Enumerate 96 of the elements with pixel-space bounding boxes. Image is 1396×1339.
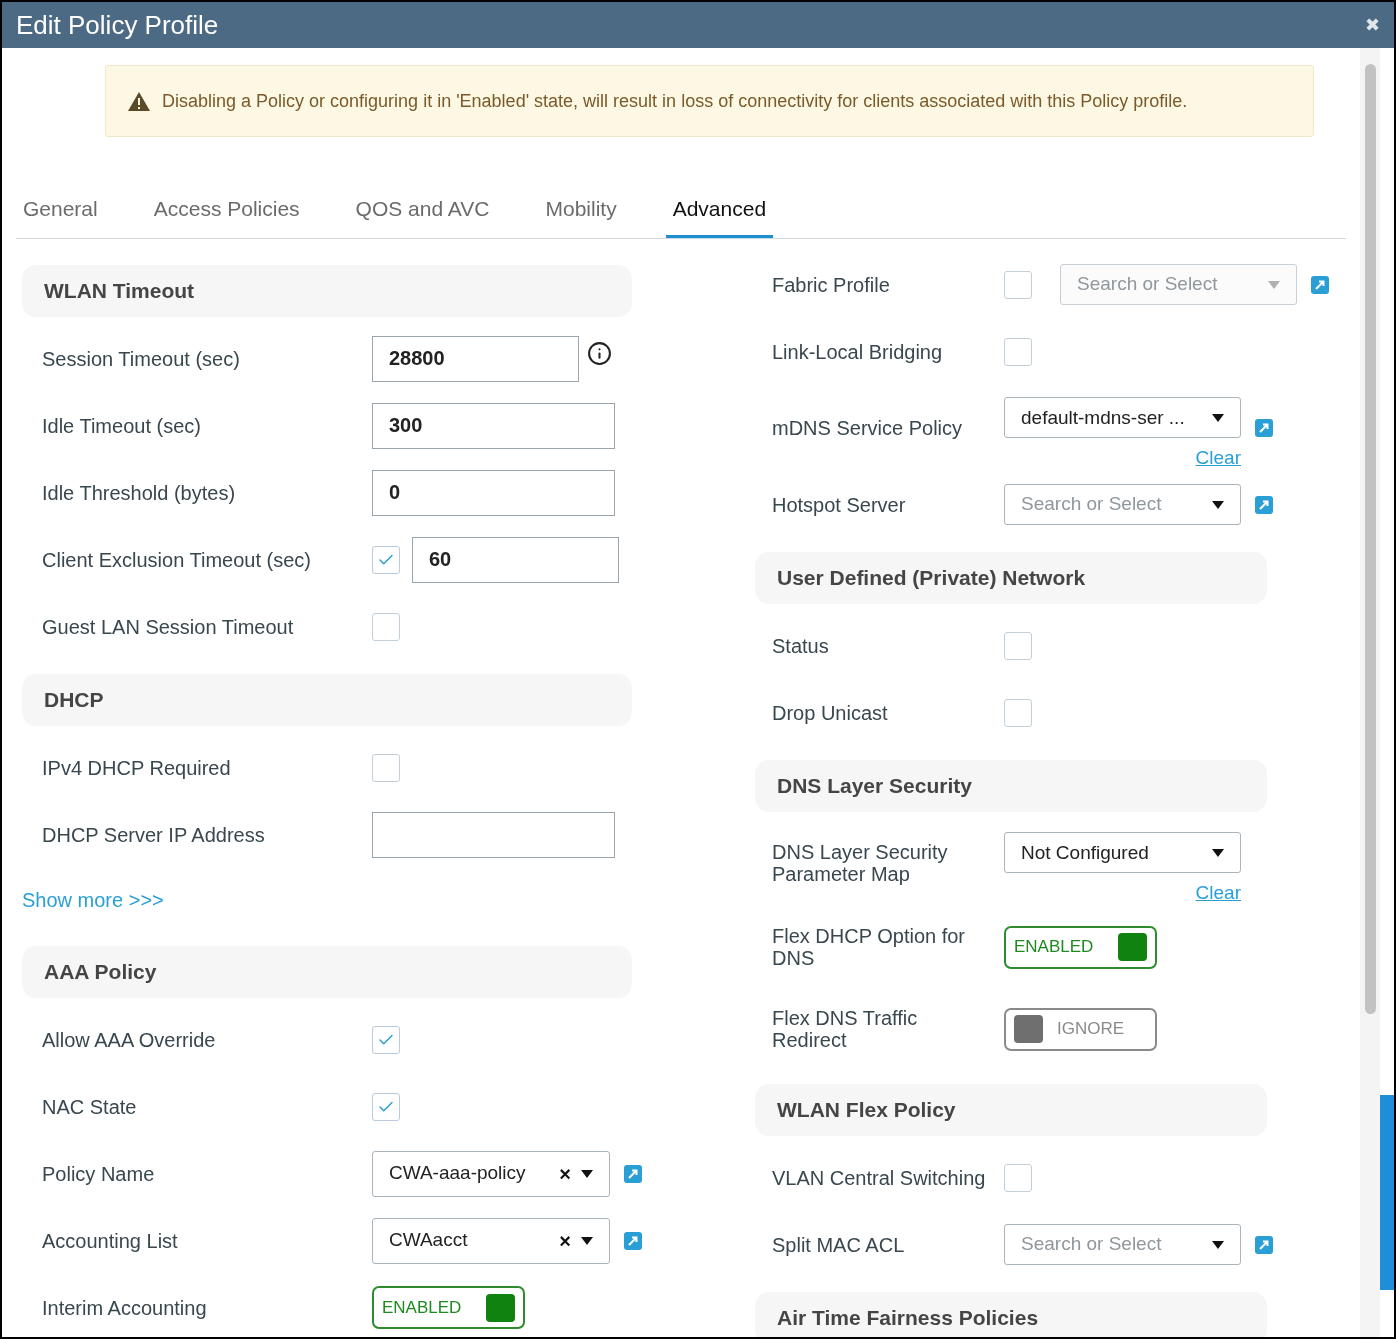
- caret-icon: [581, 1236, 593, 1245]
- dropdown[interactable]: Not Configured: [1004, 832, 1241, 874]
- dropdown-value: Not Configured: [1021, 840, 1150, 865]
- tab[interactable]: Advanced: [665, 182, 774, 238]
- checkbox[interactable]: [1004, 337, 1032, 366]
- caret-icon: [581, 1169, 593, 1178]
- dropdown[interactable]: default-mdns-ser ...: [1004, 397, 1241, 439]
- text-field[interactable]: 300: [372, 402, 615, 449]
- dropdown[interactable]: Search or Select: [1004, 484, 1241, 525]
- checkbox[interactable]: [1004, 631, 1032, 660]
- field-label: Fabric Profile: [771, 273, 891, 296]
- field-label: NAC State: [41, 1095, 138, 1118]
- section-header: DHCP: [22, 674, 632, 726]
- caret-icon: [1212, 500, 1224, 509]
- toggle-label: IGNORE: [1056, 1018, 1126, 1041]
- clear-selection-button[interactable]: ×: [559, 1158, 571, 1189]
- field-label: Interim Accounting: [41, 1296, 208, 1319]
- close-button[interactable]: ✖: [1365, 11, 1380, 39]
- show-more-link[interactable]: Show more >>>: [22, 885, 164, 915]
- field-label: Flex DNS Traffic Redirect: [771, 1007, 919, 1051]
- toggle-switch[interactable]: IGNORE: [1004, 1007, 1157, 1051]
- field-label: IPv4 DHCP Required: [41, 756, 232, 779]
- external-link-icon[interactable]: [1255, 419, 1273, 437]
- field-label: Client Exclusion Timeout (sec): [41, 548, 312, 571]
- toggle-switch[interactable]: ENABLED: [1004, 925, 1157, 969]
- field-label: Split MAC ACL: [771, 1233, 906, 1256]
- checkbox[interactable]: [372, 612, 400, 641]
- field-label: Drop Unicast: [771, 701, 889, 724]
- scrollbar-thumb[interactable]: [1364, 64, 1376, 1014]
- clear-link[interactable]: Clear: [1195, 444, 1241, 473]
- section-header: WLAN Timeout: [22, 265, 632, 317]
- section-header: WLAN Flex Policy: [755, 1084, 1267, 1136]
- tab[interactable]: General: [16, 182, 105, 238]
- external-link-icon[interactable]: [624, 1164, 642, 1183]
- toggle-switch[interactable]: ENABLED: [372, 1286, 525, 1329]
- text-field[interactable]: 0: [372, 469, 615, 516]
- field-label: Allow AAA Override: [41, 1028, 217, 1051]
- dropdown-placeholder: Search or Select: [1021, 1232, 1163, 1257]
- field-label: Flex DHCP Option for DNS: [771, 925, 967, 969]
- field-label: Hotspot Server: [771, 493, 907, 516]
- caret-icon: [1212, 413, 1224, 422]
- toggle-label: ENABLED: [1014, 936, 1095, 959]
- toggle-knob: [486, 1293, 515, 1322]
- field-label: VLAN Central Switching: [771, 1166, 987, 1189]
- dropdown[interactable]: CWA-aaa-policy ×: [372, 1150, 610, 1197]
- tab[interactable]: QOS and AVC: [348, 182, 497, 238]
- window-title: Edit Policy Profile: [16, 8, 219, 42]
- external-link-icon[interactable]: [624, 1231, 642, 1250]
- field-label: DNS Layer Security Parameter Map: [771, 841, 949, 885]
- external-link-icon[interactable]: [1255, 495, 1273, 514]
- field-label: Guest LAN Session Timeout: [41, 615, 295, 638]
- field-label: Session Timeout (sec): [41, 347, 241, 370]
- text-field[interactable]: [372, 811, 615, 858]
- dropdown-placeholder: Search or Select: [1021, 492, 1163, 517]
- field-label: Idle Timeout (sec): [41, 414, 202, 437]
- dropdown[interactable]: Search or Select: [1004, 1224, 1241, 1265]
- tab[interactable]: Mobility: [538, 182, 624, 238]
- section-header: Air Time Fairness Policies: [755, 1292, 1267, 1337]
- field-label: Idle Threshold (bytes): [41, 481, 237, 504]
- section-header: DNS Layer Security: [755, 760, 1267, 812]
- checkbox[interactable]: [372, 545, 400, 574]
- dropdown-placeholder: Search or Select: [1077, 272, 1219, 297]
- toggle-knob: [1014, 1015, 1043, 1043]
- section-header: User Defined (Private) Network: [755, 552, 1267, 604]
- text-field[interactable]: 28800: [372, 335, 579, 382]
- field-label: mDNS Service Policy: [771, 417, 964, 439]
- dropdown-value: CWA-aaa-policy: [389, 1161, 527, 1186]
- field-label: Accounting List: [41, 1229, 179, 1252]
- checkbox[interactable]: [372, 1025, 400, 1054]
- checkbox[interactable]: [1004, 698, 1032, 727]
- tab[interactable]: Access Policies: [146, 182, 307, 238]
- checkbox[interactable]: [372, 753, 400, 782]
- external-link-icon[interactable]: [1311, 275, 1329, 294]
- toggle-label: ENABLED: [382, 1296, 463, 1319]
- dropdown-value: default-mdns-ser ...: [1021, 405, 1186, 430]
- info-icon[interactable]: [587, 341, 612, 366]
- text-field[interactable]: 60: [412, 536, 619, 583]
- clear-selection-button[interactable]: ×: [559, 1225, 571, 1256]
- field-label: Policy Name: [41, 1162, 156, 1185]
- field-label: Status: [771, 634, 830, 657]
- dropdown[interactable]: CWAacct ×: [372, 1217, 610, 1264]
- caret-icon: [1268, 280, 1280, 289]
- checkbox[interactable]: [1004, 270, 1032, 299]
- clear-link[interactable]: Clear: [1195, 879, 1241, 908]
- dropdown-value: CWAacct: [389, 1228, 469, 1253]
- field-label: DHCP Server IP Address: [41, 823, 266, 846]
- checkbox[interactable]: [372, 1092, 400, 1121]
- warning-icon: [128, 91, 150, 111]
- toggle-knob: [1118, 933, 1147, 961]
- field-label: Link-Local Bridging: [771, 340, 944, 363]
- caret-icon: [1212, 848, 1224, 857]
- section-header: AAA Policy: [22, 946, 632, 998]
- checkbox[interactable]: [1004, 1163, 1032, 1192]
- caret-icon: [1212, 1240, 1224, 1249]
- warning-message: Disabling a Policy or configuring it in 'Enabled' state, will result in loss of connectivity for clients associated with this Policy profile.: [162, 89, 1188, 113]
- external-link-icon[interactable]: [1255, 1235, 1273, 1254]
